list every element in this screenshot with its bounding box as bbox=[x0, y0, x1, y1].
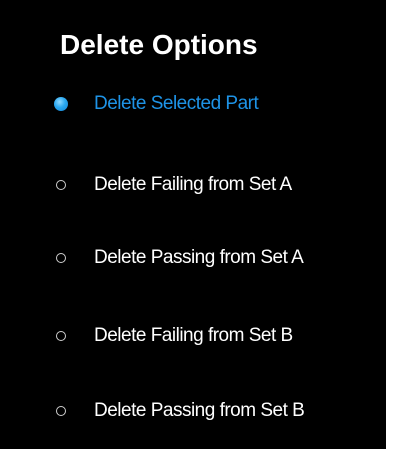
option-delete-failing-set-b[interactable]: Delete Failing from Set B bbox=[50, 322, 293, 350]
radio-unselected-icon[interactable] bbox=[56, 406, 66, 416]
radio-unselected-icon[interactable] bbox=[56, 180, 66, 190]
option-delete-passing-set-b[interactable]: Delete Passing from Set B bbox=[50, 397, 305, 425]
option-delete-selected-part[interactable]: Delete Selected Part bbox=[50, 90, 259, 118]
option-delete-failing-set-a[interactable]: Delete Failing from Set A bbox=[50, 171, 292, 199]
option-label: Delete Selected Part bbox=[94, 93, 259, 114]
option-delete-passing-set-a[interactable]: Delete Passing from Set A bbox=[50, 244, 304, 272]
option-label: Delete Failing from Set B bbox=[94, 325, 293, 346]
panel-title: Delete Options bbox=[60, 29, 258, 60]
delete-options-panel: Delete Options Delete Selected Part Dele… bbox=[0, 0, 386, 449]
option-label: Delete Failing from Set A bbox=[94, 174, 292, 195]
radio-unselected-icon[interactable] bbox=[56, 253, 66, 263]
option-label: Delete Passing from Set A bbox=[94, 247, 304, 268]
option-label: Delete Passing from Set B bbox=[94, 400, 305, 421]
radio-selected-icon[interactable] bbox=[54, 97, 68, 111]
radio-unselected-icon[interactable] bbox=[56, 331, 66, 341]
